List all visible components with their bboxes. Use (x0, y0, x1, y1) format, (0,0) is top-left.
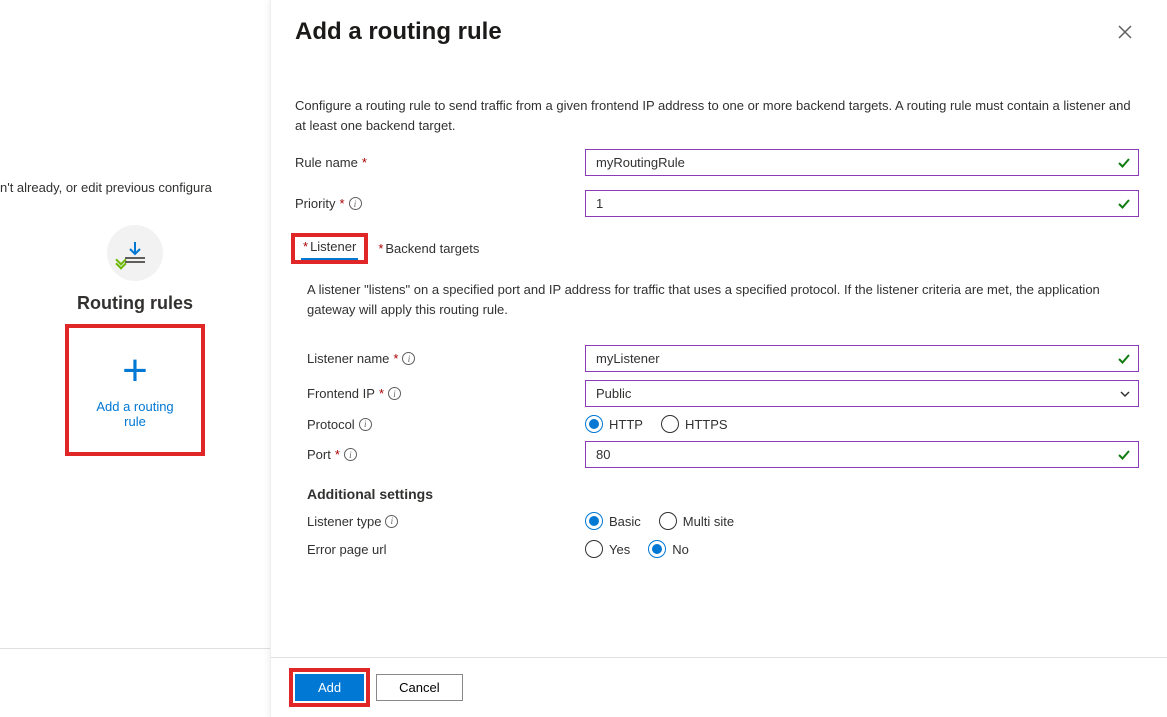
blade-title: Add a routing rule (295, 18, 502, 46)
listener-name-input[interactable] (585, 345, 1139, 372)
listener-type-label: Listener type i (295, 514, 585, 529)
wizard-truncated-text: n't already, or edit previous configura (0, 30, 270, 195)
close-icon (1118, 25, 1132, 39)
port-label: Port* i (295, 447, 585, 462)
protocol-https-radio[interactable]: HTTPS (661, 415, 728, 433)
frontend-ip-label: Frontend IP* i (295, 386, 585, 401)
additional-settings-heading: Additional settings (295, 486, 1139, 502)
blade-description: Configure a routing rule to send traffic… (295, 96, 1139, 135)
check-icon (1117, 156, 1131, 170)
info-icon[interactable]: i (359, 418, 372, 431)
info-icon[interactable]: i (385, 515, 398, 528)
listener-tab-description: A listener "listens" on a specified port… (295, 280, 1139, 319)
add-routing-rule-blade: Add a routing rule Configure a routing r… (270, 0, 1167, 717)
rule-name-label: Rule name* (295, 155, 585, 170)
plus-icon: + (122, 351, 148, 391)
check-icon (1117, 448, 1131, 462)
routing-rules-step-icon (0, 225, 270, 281)
error-page-no-radio[interactable]: No (648, 540, 689, 558)
info-icon[interactable]: i (388, 387, 401, 400)
frontend-ip-select[interactable]: Public (585, 380, 1139, 407)
info-icon[interactable]: i (349, 197, 362, 210)
port-input[interactable] (585, 441, 1139, 468)
listener-type-multi-radio[interactable]: Multi site (659, 512, 734, 530)
cancel-button[interactable]: Cancel (376, 674, 462, 701)
add-button[interactable]: Add (295, 674, 364, 701)
check-icon (1117, 197, 1131, 211)
listener-type-basic-radio[interactable]: Basic (585, 512, 641, 530)
protocol-label: Protocol i (295, 417, 585, 432)
error-page-yes-radio[interactable]: Yes (585, 540, 630, 558)
add-routing-rule-tile[interactable]: + Add a routing rule (67, 326, 203, 454)
chevron-down-icon (1119, 388, 1131, 400)
add-routing-rule-label: Add a routing rule (85, 399, 185, 429)
listener-name-label: Listener name* i (295, 351, 585, 366)
close-button[interactable] (1111, 18, 1139, 46)
priority-label: Priority* i (295, 196, 585, 211)
routing-rules-heading: Routing rules (0, 293, 270, 314)
tab-backend-targets[interactable]: *Backend targets (376, 237, 481, 260)
info-icon[interactable]: i (344, 448, 357, 461)
rule-name-input[interactable] (585, 149, 1139, 176)
check-icon (1117, 352, 1131, 366)
error-page-url-label: Error page url (295, 542, 585, 557)
priority-input[interactable] (585, 190, 1139, 217)
protocol-http-radio[interactable]: HTTP (585, 415, 643, 433)
tab-listener[interactable]: *Listener (301, 235, 358, 260)
info-icon[interactable]: i (402, 352, 415, 365)
